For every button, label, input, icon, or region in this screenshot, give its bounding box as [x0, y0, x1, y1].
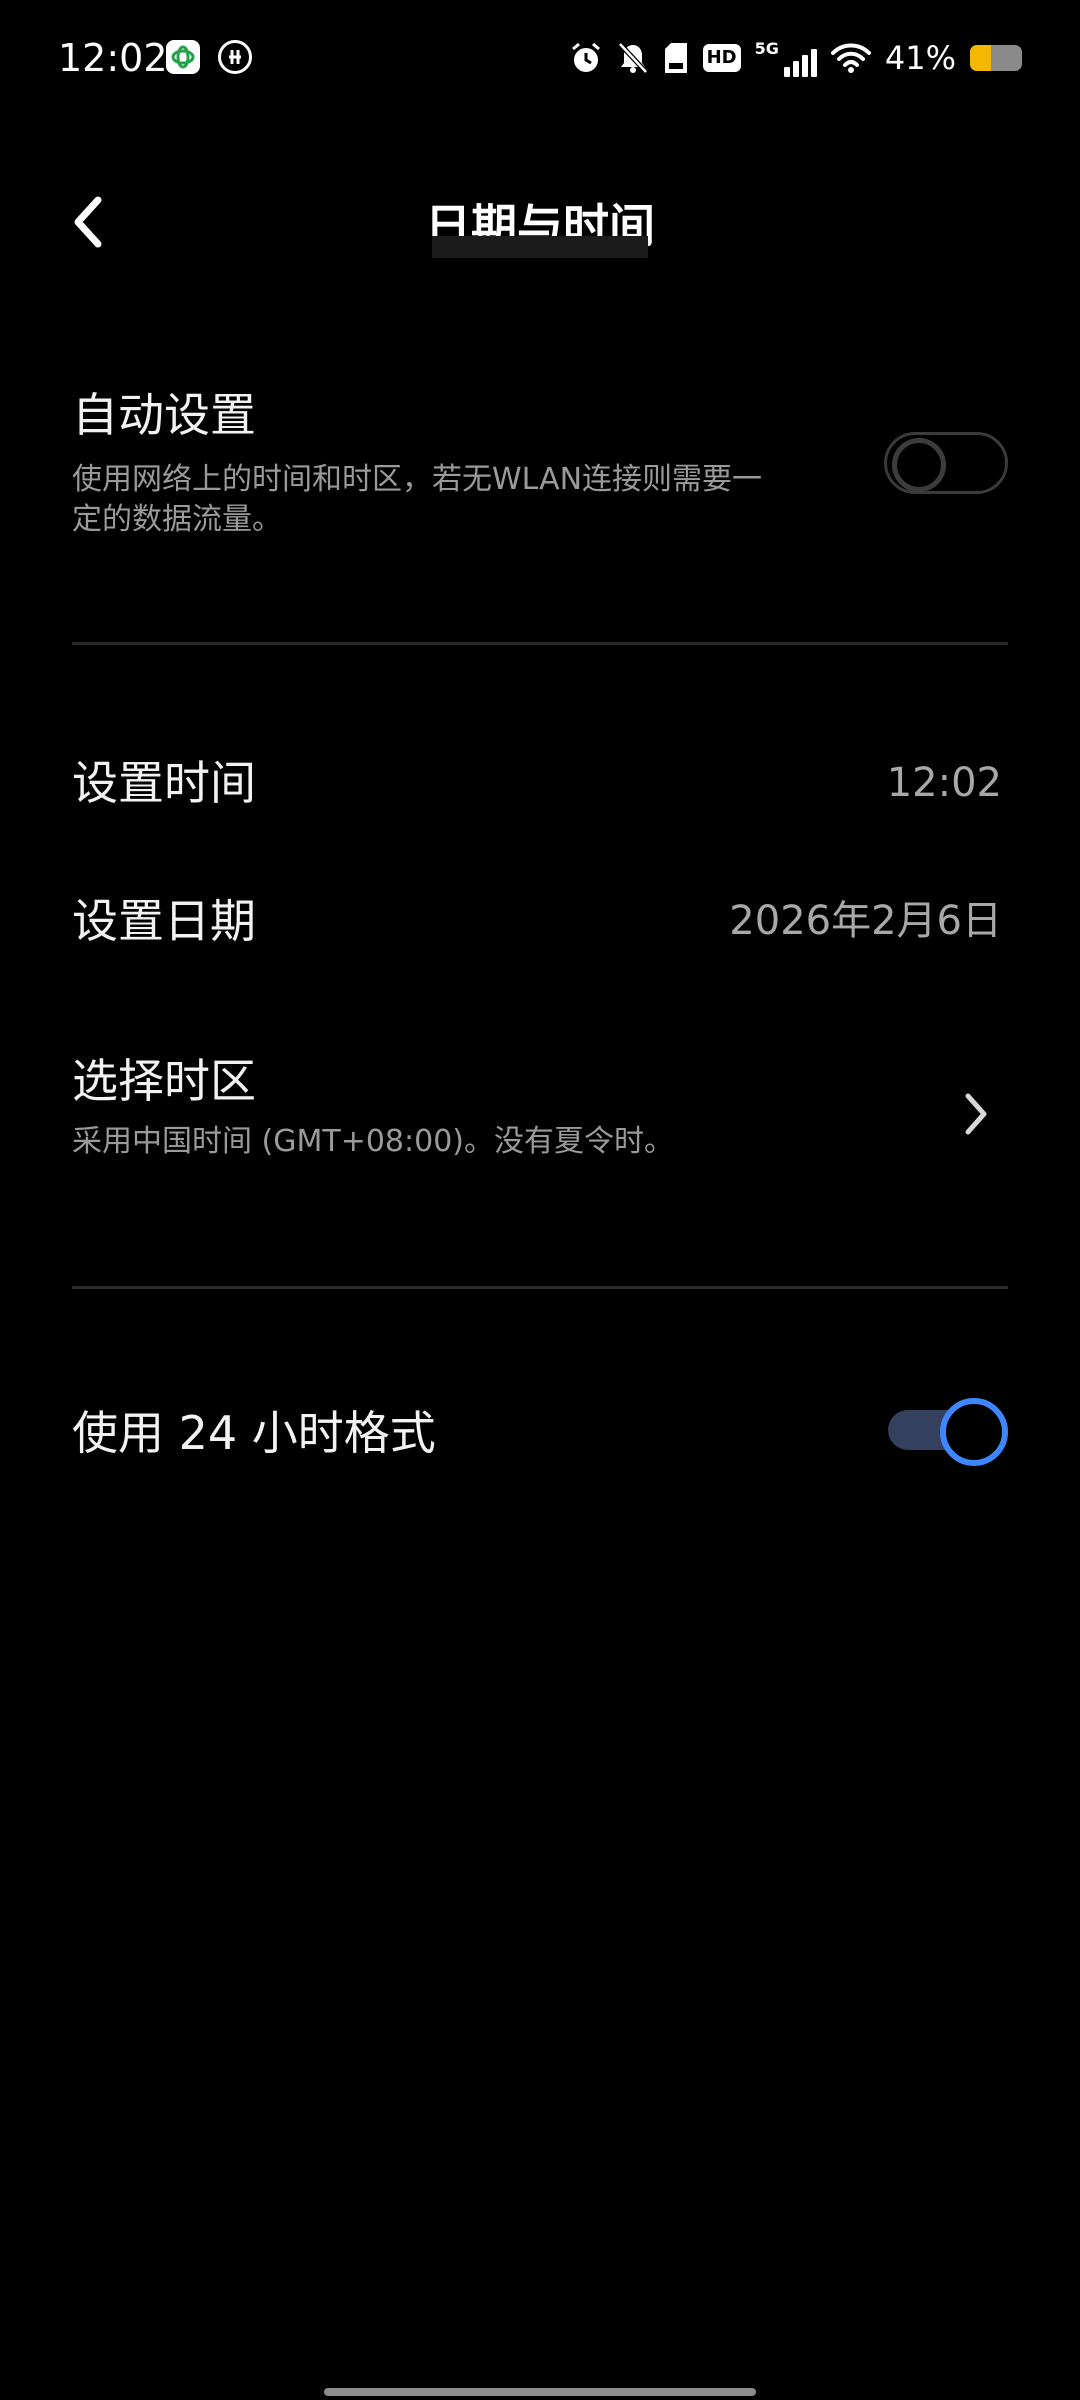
- china-mobile-icon: [166, 40, 200, 74]
- bell-off-icon: [617, 38, 649, 78]
- signal-5g-icon: 5G: [755, 39, 817, 77]
- set-time-title: 设置时间: [72, 756, 256, 810]
- divider: [72, 642, 1008, 645]
- title-highlight: [432, 236, 648, 258]
- china-unicom-icon: [218, 40, 252, 74]
- chevron-right-icon: [956, 1084, 996, 1144]
- timezone-row[interactable]: 选择时区 采用中国时间 (GMT+08:00)。没有夏令时。: [72, 1050, 1008, 1180]
- sd-card-icon: [663, 38, 689, 78]
- battery-percent: 41%: [884, 39, 956, 77]
- timezone-description: 采用中国时间 (GMT+08:00)。没有夏令时。: [72, 1124, 674, 1159]
- format-24h-toggle[interactable]: [888, 1398, 1012, 1466]
- auto-set-toggle[interactable]: [884, 432, 1008, 498]
- set-time-value: 12:02: [886, 760, 1002, 806]
- status-time: 12:02: [58, 36, 168, 80]
- set-date-row[interactable]: 设置日期 2026年2月6日: [72, 890, 1008, 956]
- notification-icons: [166, 40, 252, 74]
- auto-set-description: 使用网络上的时间和时区，若无WLAN连接则需要一定的数据流量。: [72, 462, 763, 537]
- format-24h-title: 使用 24 小时格式: [72, 1406, 436, 1460]
- app-header: 日期与时间: [0, 170, 1080, 280]
- divider: [72, 1286, 1008, 1289]
- battery-icon: [970, 45, 1022, 71]
- set-date-value: 2026年2月6日: [729, 898, 1002, 944]
- system-status-icons: HD 5G 41%: [569, 34, 1022, 82]
- toggle-knob: [892, 438, 946, 492]
- toggle-knob: [940, 1398, 1008, 1466]
- set-time-row[interactable]: 设置时间 12:02: [72, 752, 1008, 818]
- wifi-icon: [830, 38, 871, 78]
- auto-set-title: 自动设置: [72, 388, 256, 442]
- alarm-icon: [569, 38, 603, 78]
- status-bar: 12:02 HD 5G 41%: [0, 0, 1080, 116]
- gesture-navigation-bar[interactable]: [324, 2388, 756, 2396]
- auto-set-row[interactable]: 自动设置 使用网络上的时间和时区，若无WLAN连接则需要一定的数据流量。: [72, 384, 1008, 564]
- timezone-title: 选择时区: [72, 1054, 256, 1108]
- battery-level-fill: [970, 45, 992, 71]
- date-time-settings-screen: 12:02 HD 5G 41% 日期与时间 自动设置 使用网络上的时间和时区，若…: [0, 0, 1080, 2400]
- format-24h-row[interactable]: 使用 24 小时格式: [72, 1402, 1008, 1468]
- hd-icon: HD: [702, 38, 741, 78]
